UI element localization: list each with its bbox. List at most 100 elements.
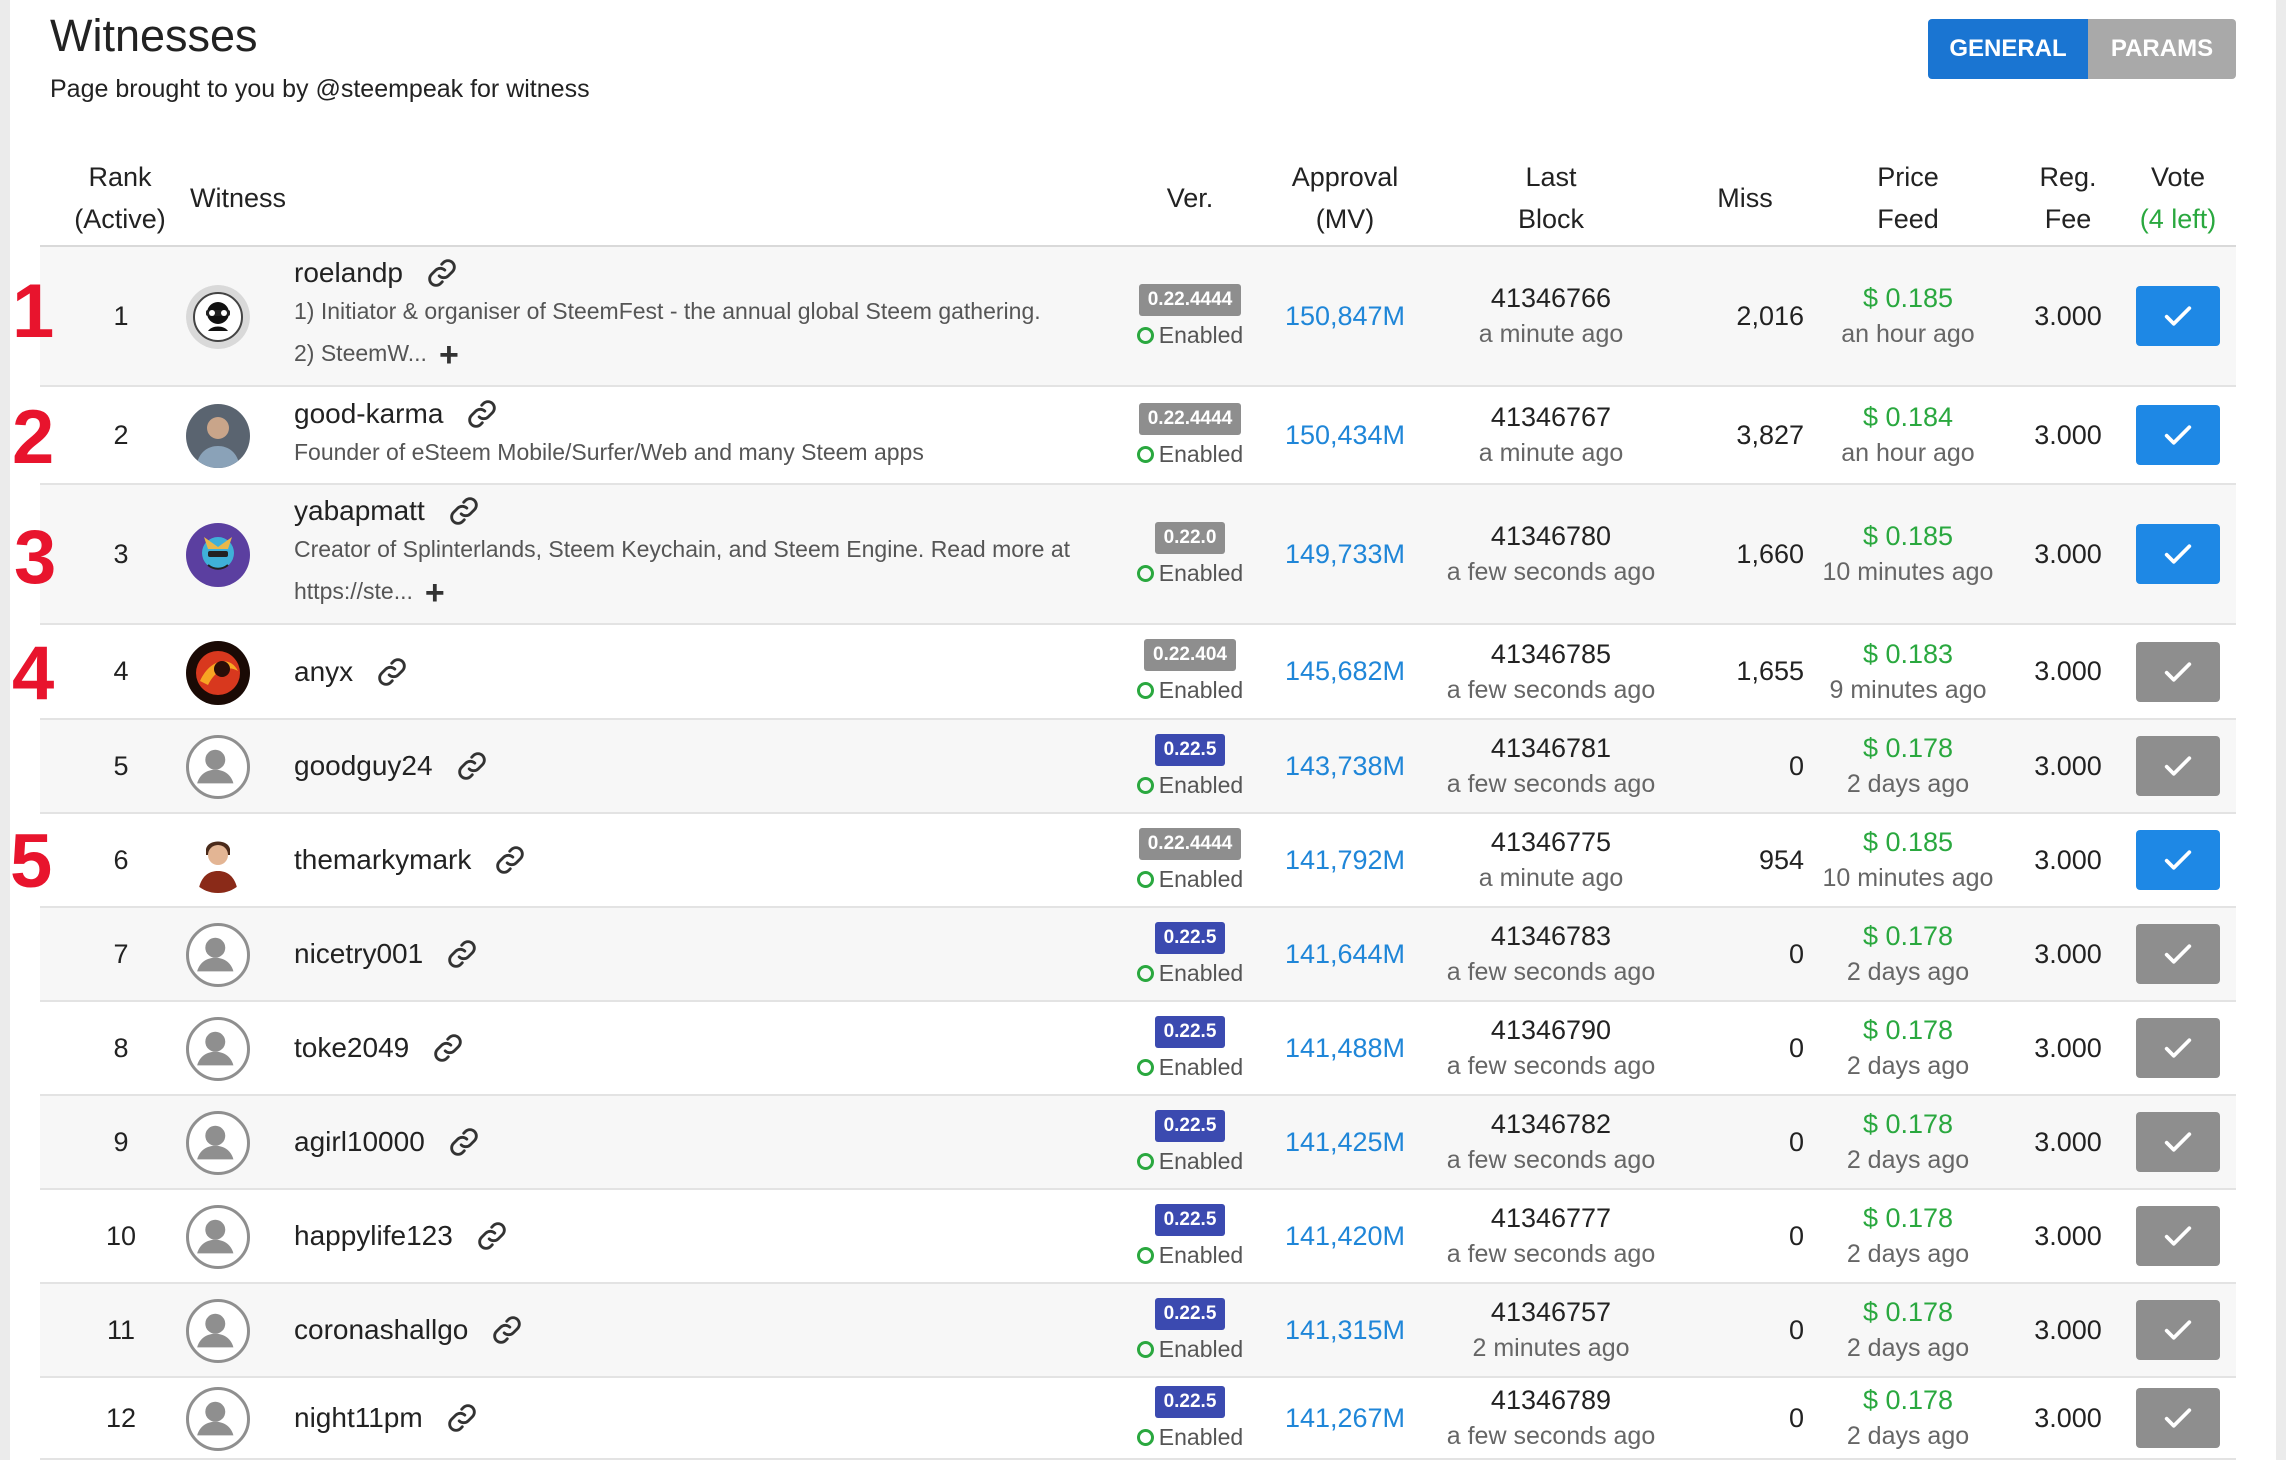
avatar[interactable]: [186, 1387, 250, 1451]
col-rank[interactable]: Rank (Active): [70, 150, 170, 245]
price-feed-cell: $ 0.185 an hour ago: [1808, 247, 2008, 385]
vote-button[interactable]: [2136, 524, 2220, 584]
vote-button[interactable]: [2136, 1206, 2220, 1266]
avatar[interactable]: [186, 923, 250, 987]
witness-name[interactable]: good-karma: [294, 398, 443, 430]
check-icon: [2161, 1031, 2195, 1065]
approval-value[interactable]: 141,267M: [1240, 1378, 1450, 1458]
approval-value[interactable]: 145,682M: [1240, 625, 1450, 718]
approval-value[interactable]: 141,420M: [1240, 1190, 1450, 1282]
col-last-block[interactable]: Last Block: [1440, 150, 1662, 245]
witness-name[interactable]: roelandp: [294, 257, 403, 289]
witness-name[interactable]: anyx: [294, 656, 353, 688]
price-feed-time: 2 days ago: [1846, 1146, 1970, 1174]
col-miss[interactable]: Miss: [1680, 150, 1810, 245]
witness-name[interactable]: agirl10000: [294, 1126, 425, 1158]
vote-button[interactable]: [2136, 641, 2220, 702]
last-block-number: 41346790: [1490, 1015, 1612, 1045]
vote-button[interactable]: [2136, 1018, 2220, 1078]
miss-count-value: 0: [1788, 1126, 1804, 1157]
approval-value[interactable]: 150,847M: [1240, 247, 1450, 385]
avatar[interactable]: [186, 285, 250, 349]
col-ver[interactable]: Ver.: [1140, 150, 1240, 245]
check-icon: [2161, 1313, 2195, 1347]
witness-name[interactable]: yabapmatt: [294, 495, 425, 527]
version-badge: 0.22.5: [1154, 1297, 1226, 1330]
status-indicator: Enabled: [1136, 866, 1243, 893]
annotation-marker: 2: [12, 395, 55, 480]
col-price-feed[interactable]: Price Feed: [1808, 150, 2008, 245]
avatar[interactable]: [186, 829, 250, 893]
link-icon[interactable]: [490, 1313, 524, 1347]
table-row: 12 night11pm 0.22.5 Enabled 141,267M 41346789…: [40, 1378, 2236, 1460]
witness-name[interactable]: themarkymark: [294, 844, 471, 876]
witness-name[interactable]: coronashallgo: [294, 1314, 468, 1346]
miss-count-value: 0: [1788, 1314, 1804, 1345]
col-reg-fee[interactable]: Reg. Fee: [2008, 150, 2128, 245]
approval-value[interactable]: 141,488M: [1240, 1002, 1450, 1094]
avatar[interactable]: [186, 1205, 250, 1269]
approval-value[interactable]: 141,315M: [1240, 1284, 1450, 1376]
approval-value[interactable]: 149,733M: [1240, 485, 1450, 623]
approval-value[interactable]: 141,425M: [1240, 1096, 1450, 1188]
vote-button[interactable]: [2136, 736, 2220, 796]
link-icon[interactable]: [447, 494, 481, 528]
avatar[interactable]: [186, 1017, 250, 1081]
witness-name[interactable]: goodguy24: [294, 750, 433, 782]
vote-button[interactable]: [2136, 286, 2220, 346]
vote-button[interactable]: [2136, 830, 2220, 890]
version-cell: 0.22.404 Enabled: [1136, 625, 1243, 718]
vote-button[interactable]: [2136, 1300, 2220, 1360]
version-cell: 0.22.4444 Enabled: [1136, 814, 1243, 906]
avatar[interactable]: [186, 404, 250, 468]
col-witness[interactable]: Witness: [190, 150, 300, 245]
version-badge: 0.22.5: [1154, 1385, 1226, 1418]
link-icon[interactable]: [445, 1401, 479, 1435]
version-cell: 0.22.5 Enabled: [1136, 908, 1243, 1000]
vote-button[interactable]: [2136, 1388, 2220, 1448]
vote-button[interactable]: [2136, 1112, 2220, 1172]
avatar[interactable]: [186, 640, 250, 705]
tab-params[interactable]: PARAMS: [2088, 19, 2236, 79]
col-last-block-label: Last: [1525, 161, 1577, 192]
col-vote[interactable]: Vote (4 left): [2118, 150, 2238, 245]
approval-value[interactable]: 141,792M: [1240, 814, 1450, 906]
link-icon[interactable]: [431, 1031, 465, 1065]
vote-button[interactable]: [2136, 405, 2220, 465]
avatar[interactable]: [186, 1111, 250, 1175]
approval-value[interactable]: 141,644M: [1240, 908, 1450, 1000]
avatar[interactable]: [186, 1299, 250, 1363]
last-block-cell: 41346785 a few seconds ago: [1440, 625, 1662, 718]
expand-description-icon[interactable]: +: [425, 574, 445, 612]
price-feed-cell: $ 0.178 2 days ago: [1808, 1096, 2008, 1188]
version-badge: 0.22.5: [1154, 1015, 1226, 1048]
price-feed-time: 10 minutes ago: [1822, 864, 1994, 892]
price-feed-value: $ 0.178: [1862, 1385, 1954, 1415]
check-icon: [2161, 418, 2195, 452]
vote-button[interactable]: [2136, 924, 2220, 984]
approval-value[interactable]: 143,738M: [1240, 720, 1450, 812]
miss-count-value: 3,827: [1736, 419, 1804, 450]
witness-name[interactable]: toke2049: [294, 1032, 409, 1064]
link-icon[interactable]: [493, 843, 527, 877]
avatar[interactable]: [186, 735, 250, 799]
link-icon[interactable]: [375, 655, 409, 689]
last-block-number: 41346785: [1490, 638, 1612, 669]
status-text: Enabled: [1158, 1423, 1244, 1450]
witness-name[interactable]: night11pm: [294, 1402, 423, 1434]
witness-description: 1) Initiator & organiser of SteemFest - …: [294, 290, 1084, 376]
link-icon[interactable]: [447, 1125, 481, 1159]
status-dot-icon: [1136, 1152, 1154, 1170]
witness-name[interactable]: happylife123: [294, 1220, 453, 1252]
expand-description-icon[interactable]: +: [439, 336, 459, 374]
link-icon[interactable]: [445, 937, 479, 971]
link-icon[interactable]: [475, 1219, 509, 1253]
witness-name[interactable]: nicetry001: [294, 938, 423, 970]
tab-general[interactable]: GENERAL: [1928, 19, 2088, 79]
col-approval[interactable]: Approval (MV): [1240, 150, 1450, 245]
link-icon[interactable]: [465, 397, 499, 431]
approval-value[interactable]: 150,434M: [1240, 387, 1450, 483]
avatar[interactable]: [186, 523, 250, 587]
link-icon[interactable]: [455, 749, 489, 783]
link-icon[interactable]: [425, 256, 459, 290]
